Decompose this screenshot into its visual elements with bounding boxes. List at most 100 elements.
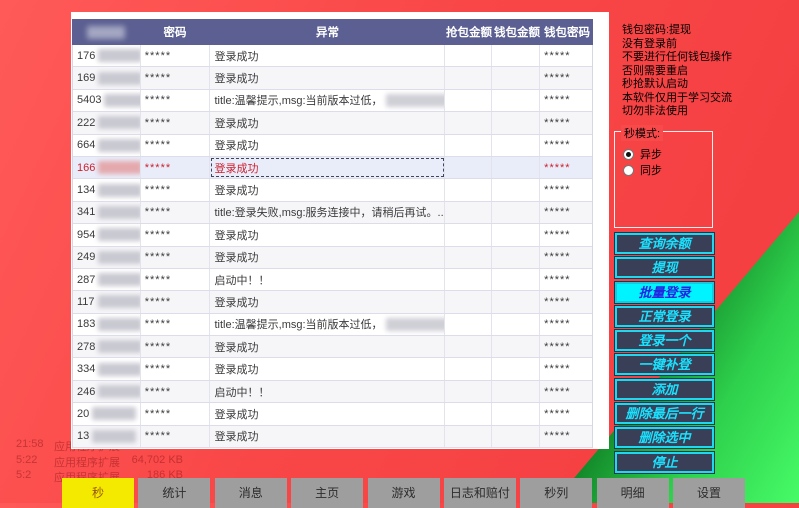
stop-button[interactable]: 停止 (615, 452, 714, 473)
tab-xiaoxi[interactable]: 消息 (215, 478, 287, 508)
account-grid: 密码异常抢包金额钱包金额钱包密码 176*****登录成功***** 169 ***… (72, 19, 593, 448)
column-header[interactable]: 抢包金额 (445, 24, 493, 40)
column-header[interactable]: 钱包金额 (493, 24, 541, 40)
table-row[interactable]: 954*****登录成功***** (73, 224, 592, 246)
column-header[interactable]: 密码 (140, 24, 210, 40)
cell-account: 334 (73, 358, 141, 379)
cell-exception: 登录成功 (210, 336, 444, 357)
cell-wallet-amount (492, 314, 540, 335)
account-prefix: 169 (77, 72, 95, 84)
cell-exception: title:登录失败,msg:服务连接中，请稍后再试。... (210, 202, 444, 223)
cell-exception: 登录成功 (210, 45, 444, 66)
radio-label: 异步 (640, 146, 662, 162)
redacted-blur (92, 430, 136, 443)
table-row[interactable]: 334*****登录成功***** (73, 358, 592, 380)
column-header[interactable]: 钱包密码 (541, 24, 593, 40)
cell-wallet-password: ***** (540, 358, 592, 379)
cell-wallet-amount (492, 358, 540, 379)
table-row[interactable]: 249*****登录成功***** (73, 247, 592, 269)
redacted-blur (386, 94, 445, 107)
account-prefix: 664 (77, 139, 95, 151)
table-row[interactable]: 183*****title:温馨提示,msg:当前版本过低，***** (73, 314, 592, 336)
cell-grab-amount (445, 358, 493, 379)
column-header[interactable]: 异常 (210, 24, 445, 40)
cell-grab-amount (445, 67, 493, 88)
tab-tongji[interactable]: 统计 (138, 478, 210, 508)
table-row[interactable]: 246*****启动中！！***** (73, 381, 592, 403)
normal-login-button[interactable]: 正常登录 (615, 306, 714, 327)
cell-wallet-amount (492, 247, 540, 268)
cell-password: ***** (141, 112, 211, 133)
cell-exception: 登录成功 (210, 247, 444, 268)
table-row[interactable]: 222*****登录成功***** (73, 112, 592, 134)
query-balance-button[interactable]: 查询余额 (615, 233, 714, 254)
exception-text: 登录成功 (214, 339, 258, 355)
cell-exception: title:温馨提示,msg:当前版本过低， (210, 90, 444, 111)
cell-password: ***** (141, 336, 211, 357)
cell-wallet-amount (492, 112, 540, 133)
cell-grab-amount (445, 224, 493, 245)
account-prefix: 5403 (77, 94, 101, 106)
table-row[interactable]: 5403*****title:温馨提示,msg:当前版本过低，***** (73, 90, 592, 112)
batch-login-button[interactable]: 批量登录 (615, 282, 714, 303)
redacted-blur (98, 184, 140, 197)
cell-account: 246 (73, 381, 141, 402)
table-row[interactable]: 117*****登录成功***** (73, 291, 592, 313)
table-row[interactable]: 166*****登录成功***** (73, 157, 592, 179)
tab-shezhi[interactable]: 设置 (673, 478, 745, 508)
tab-rizhi-peifu[interactable]: 日志和赔付 (444, 478, 516, 508)
cell-grab-amount (445, 157, 493, 178)
delete-selected-button[interactable]: 删除选中 (615, 427, 714, 448)
table-row[interactable]: 176*****登录成功***** (73, 45, 592, 67)
radio-async[interactable]: 异步 (623, 146, 662, 162)
table-row[interactable]: 287*****启动中！！***** (73, 269, 592, 291)
table-header-row: 密码异常抢包金额钱包金额钱包密码 (72, 19, 593, 45)
cell-password: ***** (141, 426, 211, 447)
table-row[interactable]: 169*****登录成功***** (73, 67, 592, 89)
add-button[interactable]: 添加 (615, 379, 714, 400)
cell-wallet-amount (492, 381, 540, 402)
cell-wallet-password: ***** (540, 90, 592, 111)
cell-wallet-amount (492, 224, 540, 245)
exception-text: 登录成功 (214, 361, 258, 377)
cell-wallet-password: ***** (540, 224, 592, 245)
cell-wallet-amount (492, 45, 540, 66)
table-row[interactable]: 134*****登录成功***** (73, 179, 592, 201)
cell-wallet-password: ***** (540, 381, 592, 402)
table-row[interactable]: 20*****登录成功***** (73, 403, 592, 425)
cell-account: 20 (73, 403, 141, 424)
cell-password: ***** (141, 224, 211, 245)
delete-last-row-button[interactable]: 删除最后一行 (615, 403, 714, 424)
tab-zhuye[interactable]: 主页 (291, 478, 363, 508)
cell-grab-amount (445, 45, 493, 66)
redacted-blur (98, 295, 141, 308)
redacted-blur (98, 318, 140, 331)
table-row[interactable]: 664*****登录成功***** (73, 135, 592, 157)
redacted-blur (98, 161, 140, 174)
redacted-blur (104, 94, 140, 107)
cell-account: 287 (73, 269, 141, 290)
account-prefix: 287 (77, 274, 95, 286)
redacted-blur (386, 318, 445, 331)
one-key-relogin-button[interactable]: 一键补登 (615, 354, 714, 375)
cell-account: 183 (73, 314, 141, 335)
notice-line: 不要进行任何钱包操作 (622, 51, 732, 65)
tab-miaolie[interactable]: 秒列 (520, 478, 592, 508)
bottom-tab-bar: 秒统计消息主页游戏日志和赔付秒列明细设置 (62, 478, 745, 508)
table-row[interactable]: 13*****登录成功***** (73, 426, 592, 448)
tab-miao[interactable]: 秒 (62, 478, 134, 508)
radio-dot-icon (626, 152, 631, 157)
table-row[interactable]: 278*****登录成功***** (73, 336, 592, 358)
login-one-button[interactable]: 登录一个 (615, 330, 714, 351)
cell-wallet-password: ***** (540, 67, 592, 88)
table-row[interactable]: 341*****title:登录失败,msg:服务连接中，请稍后再试。...**… (73, 202, 592, 224)
cell-account: 13 (73, 426, 141, 447)
tab-youxi[interactable]: 游戏 (368, 478, 440, 508)
cell-grab-amount (445, 381, 493, 402)
withdraw-button[interactable]: 提现 (615, 257, 714, 278)
redacted-blur (98, 228, 140, 241)
radio-sync[interactable]: 同步 (623, 162, 662, 178)
column-header-account-redacted[interactable] (72, 26, 140, 39)
tab-mingxi[interactable]: 明细 (597, 478, 669, 508)
account-prefix: 20 (77, 408, 89, 420)
